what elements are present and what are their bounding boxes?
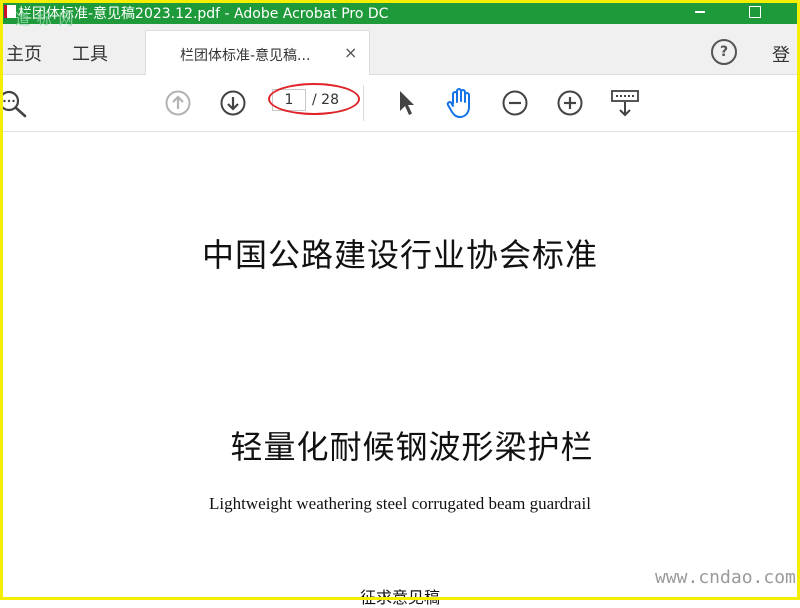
document-title-en: Lightweight weathering steel corrugated … [209, 494, 591, 513]
arrow-down-circle-icon[interactable] [220, 90, 246, 116]
page-navigator: / 28 [272, 89, 350, 113]
cursor-arrow-icon[interactable] [397, 89, 417, 117]
minus-circle-icon[interactable] [502, 90, 528, 116]
page-number-input[interactable] [272, 89, 306, 111]
toolbar: / 28 [0, 75, 800, 132]
maximize-button[interactable] [735, 0, 775, 24]
document-title-cn: 轻量化耐候钢波形梁护栏 [230, 428, 594, 466]
document-page: 中国公路建设行业协会标准 轻量化耐候钢波形梁护栏 Lightweight wea… [0, 132, 800, 607]
toolbar-divider [363, 85, 364, 121]
minimize-icon [695, 11, 705, 13]
nav-home[interactable]: 主页 [6, 40, 42, 66]
watermark-bottom: www.cndao.com [655, 567, 796, 588]
tab-bar: 主页 工具 栏团体标准-意见稿... × ? 登 [0, 24, 800, 76]
hand-icon[interactable] [445, 87, 475, 119]
search-icon[interactable] [0, 90, 30, 118]
login-button[interactable]: 登 [772, 41, 790, 67]
nav-tools[interactable]: 工具 [72, 40, 108, 66]
document-org-title: 中国公路建设行业协会标准 [201, 236, 598, 274]
watermark-top: 道 标 网 [15, 10, 75, 28]
help-button[interactable]: ? [711, 39, 737, 65]
title-bar: 栏团体标准-意见稿2023.12.pdf - Adobe Acrobat Pro… [0, 0, 800, 24]
minimize-button[interactable] [680, 0, 720, 24]
maximize-icon [749, 6, 761, 18]
document-tab[interactable]: 栏团体标准-意见稿... × [145, 30, 370, 76]
arrow-up-circle-icon[interactable] [165, 90, 191, 116]
page-total-label: / 28 [312, 92, 339, 108]
document-tab-label: 栏团体标准-意见稿... [180, 48, 311, 64]
close-tab-button[interactable]: × [344, 43, 357, 62]
keyboard-down-icon[interactable] [610, 88, 640, 118]
plus-circle-icon[interactable] [557, 90, 583, 116]
